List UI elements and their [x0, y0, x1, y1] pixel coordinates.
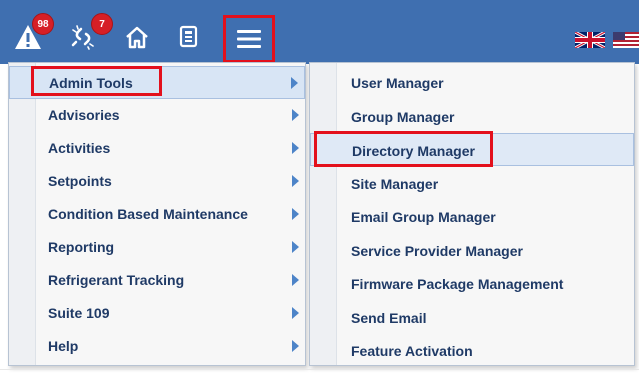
chevron-right-icon [292, 340, 299, 352]
disconnected-count-badge: 7 [91, 13, 113, 35]
submenu-item-email-group-manager[interactable]: Email Group Manager [310, 200, 634, 233]
submenu-item-directory-manager[interactable]: Directory Manager [310, 131, 634, 167]
chevron-right-icon [292, 307, 299, 319]
menu-item-condition-based-maintenance[interactable]: Condition Based Maintenance [9, 198, 305, 231]
submenu-item-service-provider-manager[interactable]: Service Provider Manager [310, 234, 634, 267]
menu-item-reporting[interactable]: Reporting [9, 231, 305, 264]
chevron-right-icon [292, 142, 299, 154]
report-button[interactable] [178, 14, 214, 54]
menu-item-label: Condition Based Maintenance [48, 206, 248, 222]
submenu-item-label: Site Manager [351, 176, 439, 192]
menu-item-label: Suite 109 [48, 305, 110, 321]
chevron-right-icon [292, 274, 299, 286]
menu-item-admin-tools[interactable]: Admin Tools [9, 66, 305, 99]
menu-item-label: Help [48, 338, 79, 354]
submenu-item-label: Email Group Manager [351, 209, 496, 225]
alerts-count-badge: 98 [32, 13, 54, 35]
report-icon [179, 25, 198, 48]
alerts-button[interactable]: 98 [14, 13, 54, 54]
language-flags [571, 32, 639, 48]
highlight-box-admin-tools [31, 66, 162, 96]
submenu-item-firmware-package-management[interactable]: Firmware Package Management [310, 267, 634, 300]
chevron-right-icon [292, 208, 299, 220]
home-button[interactable] [124, 14, 160, 54]
disconnected-button[interactable]: 7 [70, 13, 113, 54]
chevron-right-icon [292, 175, 299, 187]
submenu-item-label: Service Provider Manager [351, 243, 523, 259]
menu-item-suite-109[interactable]: Suite 109 [9, 297, 305, 330]
main-menu-button[interactable] [223, 15, 275, 63]
submenu-item-user-manager[interactable]: User Manager [310, 66, 634, 99]
menu-item-label: Activities [48, 140, 111, 156]
chevron-right-icon [292, 241, 299, 253]
home-icon [126, 26, 148, 49]
menu-item-label: Setpoints [48, 173, 112, 189]
chevron-right-icon [292, 109, 299, 121]
submenu-item-label: Send Email [351, 310, 427, 326]
chevron-right-icon [291, 77, 298, 89]
submenu-item-site-manager[interactable]: Site Manager [310, 167, 634, 200]
menu-item-setpoints[interactable]: Setpoints [9, 165, 305, 198]
hamburger-menu-icon [237, 30, 261, 48]
uk-flag-icon[interactable] [575, 32, 605, 48]
menu-item-help[interactable]: Help [9, 330, 305, 363]
menu-item-refrigerant-tracking[interactable]: Refrigerant Tracking [9, 264, 305, 297]
menu-item-activities[interactable]: Activities [9, 132, 305, 165]
submenu-item-label: Group Manager [351, 109, 455, 125]
submenu-item-label: User Manager [351, 75, 444, 91]
main-menu-dropdown: Admin Tools Advisories Activities Setpoi… [8, 62, 306, 366]
submenu-item-label: Firmware Package Management [351, 276, 564, 292]
menu-item-label: Refrigerant Tracking [48, 272, 185, 288]
submenu-item-send-email[interactable]: Send Email [310, 301, 634, 334]
us-flag-icon[interactable] [613, 32, 639, 48]
menu-item-advisories[interactable]: Advisories [9, 99, 305, 132]
menu-item-label: Advisories [48, 107, 120, 123]
menu-item-label: Reporting [48, 239, 115, 255]
admin-tools-submenu: User Manager Group Manager Directory Man… [309, 62, 635, 366]
submenu-item-group-manager[interactable]: Group Manager [310, 100, 634, 133]
top-toolbar: 98 7 [0, 0, 639, 64]
submenu-item-label: Feature Activation [351, 343, 473, 359]
page-divider [0, 369, 639, 370]
highlight-box-directory-manager [314, 131, 493, 167]
submenu-item-feature-activation[interactable]: Feature Activation [310, 334, 634, 367]
